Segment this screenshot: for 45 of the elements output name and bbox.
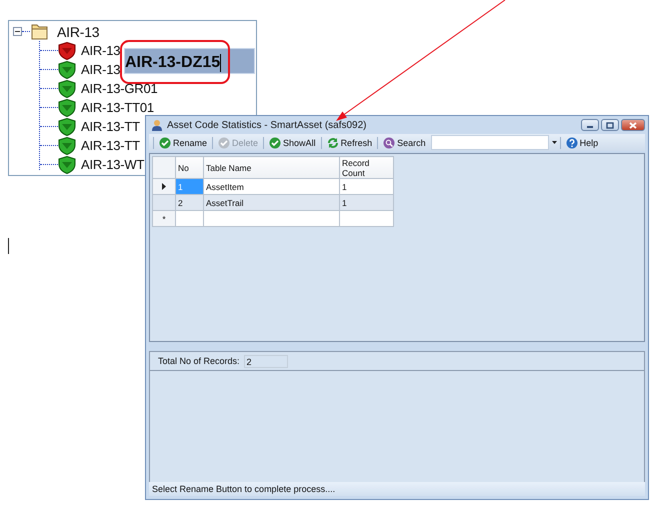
help-icon: [566, 136, 578, 148]
table-cell: 1: [176, 178, 204, 194]
maximize-button[interactable]: [601, 119, 619, 131]
toolbar-button[interactable]: Help: [564, 136, 600, 150]
rename-field[interactable]: AIR-13-DZ15: [124, 48, 255, 74]
check-circle-icon: [159, 136, 171, 148]
search-icon: [383, 136, 396, 148]
row-header[interactable]: [152, 178, 176, 194]
dropdown-caret-icon[interactable]: [552, 141, 557, 144]
status-bar: Select Rename Button to complete process....: [149, 482, 645, 496]
close-button[interactable]: [621, 119, 645, 131]
check-circle-icon: [218, 136, 230, 148]
tree-item-label[interactable]: AIR-13: [81, 62, 120, 77]
column-header[interactable]: No: [176, 156, 204, 178]
tree-item-label[interactable]: AIR-13-TT: [81, 138, 140, 153]
window-title: Asset Code Statistics - SmartAsset (safs092): [167, 120, 367, 130]
collapse-icon[interactable]: [13, 27, 22, 36]
total-label: Total No of Records:: [158, 356, 240, 366]
text-cursor: [8, 238, 9, 254]
toolbar-button[interactable]: ShowAll: [267, 136, 318, 150]
tree-item-label[interactable]: AIR-13-TT01: [81, 100, 154, 115]
tree-item-label[interactable]: AIR-13-GR01: [81, 81, 158, 96]
close-icon: [629, 122, 637, 128]
tree-item-label[interactable]: AIR-13-TT: [81, 119, 140, 134]
tree-item-label[interactable]: AIR-13: [57, 24, 100, 40]
new-row-marker: *: [152, 210, 176, 226]
maximize-icon: [606, 122, 614, 128]
folder-icon: [30, 22, 49, 41]
table-cell: 2: [176, 194, 204, 210]
tree-item-label[interactable]: AIR-13: [81, 43, 120, 58]
column-header[interactable]: Record Count: [340, 156, 394, 178]
minimize-button[interactable]: [581, 119, 599, 131]
current-row-icon: [162, 182, 166, 190]
table-cell: AssetTrail: [204, 194, 340, 210]
table-cell: 1: [340, 194, 394, 210]
toolbar-button[interactable]: Rename: [157, 136, 210, 150]
tree-item-label[interactable]: AIR-13-WT: [81, 157, 144, 172]
toolbar-button[interactable]: Refresh: [324, 136, 374, 150]
total-field: 2: [244, 354, 288, 368]
person-icon: [151, 119, 163, 131]
refresh-icon: [326, 136, 339, 148]
column-header[interactable]: Table Name: [204, 156, 340, 178]
check-circle-icon: [269, 136, 282, 148]
toolbar-button[interactable]: Search: [381, 136, 428, 150]
search-field[interactable]: [430, 135, 549, 150]
